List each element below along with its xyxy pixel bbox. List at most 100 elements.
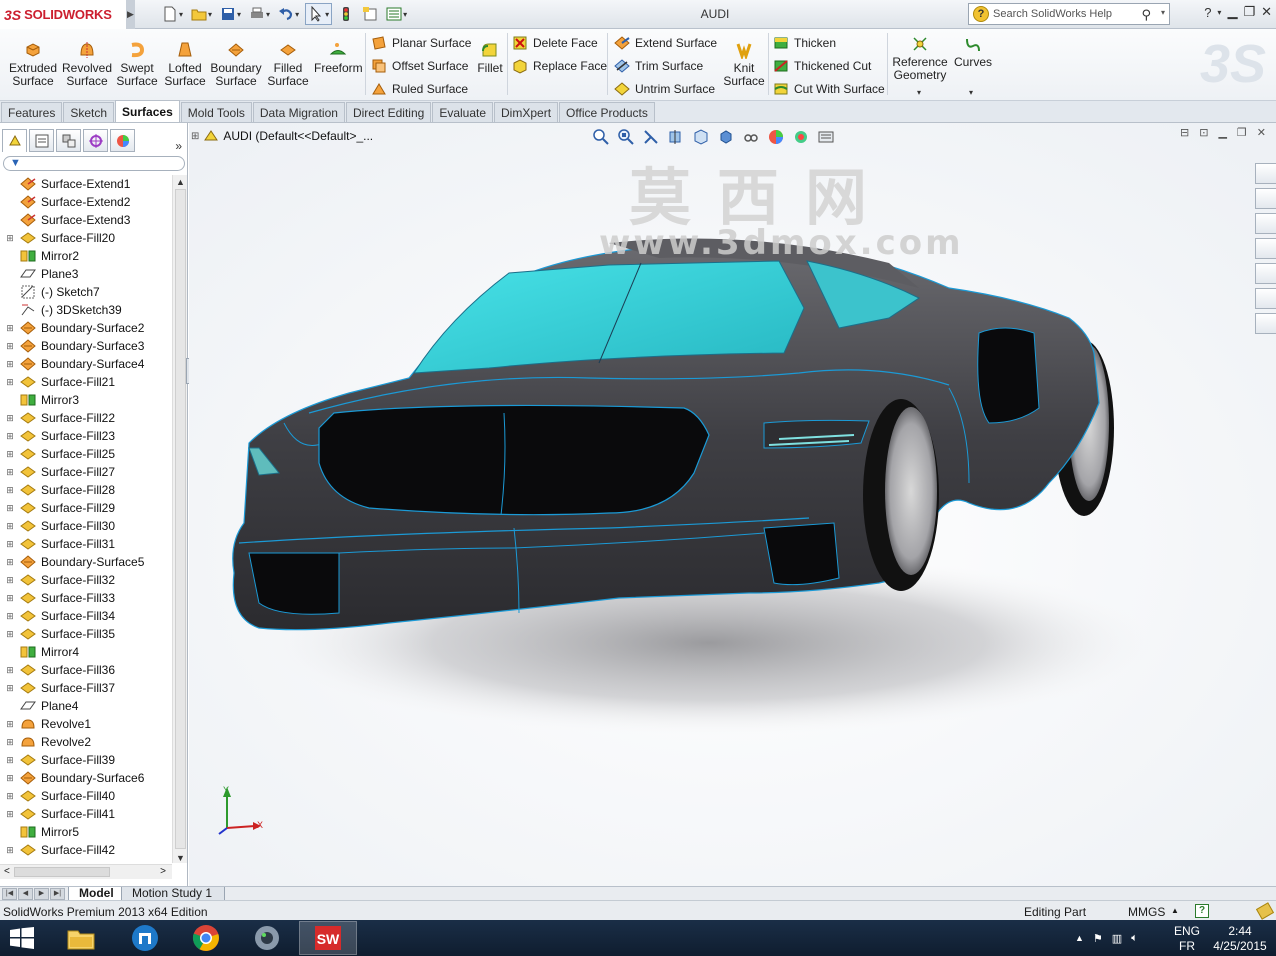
units-selector[interactable]: MMGS [1128,905,1165,919]
taskbar-clock[interactable]: 2:44 4/25/2015 [1208,924,1272,954]
tree-horizontal-scrollbar[interactable]: < > [0,864,172,879]
tree-node[interactable]: ⊞ Surface-Fill40 [0,787,172,805]
taskbar-store[interactable] [116,921,174,955]
expand-toggle-icon[interactable]: ⊞ [5,449,15,460]
graphics-area[interactable]: Y X 莫西网 www.3dmox.com ⊞ AUDI (Default<<D… [189,123,1276,886]
network-icon[interactable]: ▥ [1112,932,1122,945]
tree-node[interactable]: (-) Sketch7 [0,283,172,301]
viewport-close-icon[interactable]: ✕ [1257,126,1266,139]
tree-node[interactable]: ⊞ Surface-Fill35 [0,625,172,643]
expand-toggle-icon[interactable]: ⊞ [5,377,15,388]
view-orientation-icon[interactable] [692,128,710,146]
tree-node[interactable]: ⊞ Surface-Fill31 [0,535,172,553]
units-dropdown-icon[interactable]: ▲ [1171,906,1179,915]
tree-vertical-scrollbar[interactable]: ▲ ▼ [172,175,187,863]
trim-surface-button[interactable]: Trim Surface [614,57,703,75]
appearances-icon[interactable] [1255,288,1276,309]
print-button[interactable]: ▾ [247,3,272,25]
menu-expand-arrow-icon[interactable]: ▶ [126,0,135,29]
tree-node[interactable]: ⊞ Surface-Fill25 [0,445,172,463]
file-explorer-pane-icon[interactable] [1255,238,1276,259]
tree-node[interactable]: ⊞ Boundary-Surface4 [0,355,172,373]
undo-button[interactable]: ▾ [276,3,301,25]
tree-node[interactable]: ⊞ Surface-Fill41 [0,805,172,823]
dimxpert-manager-tab[interactable] [83,129,108,152]
tab-model[interactable]: Model [68,887,125,901]
rebuild-button[interactable] [336,3,356,25]
tab-direct-editing[interactable]: Direct Editing [345,102,432,122]
expand-toggle-icon[interactable]: ⊞ [5,539,15,550]
solidworks-logo[interactable]: 3S SOLIDWORKS [0,0,126,29]
expand-toggle-icon[interactable]: ⊞ [5,737,15,748]
tree-node[interactable]: ⊞ Revolve2 [0,733,172,751]
help-menu-icon[interactable]: ? [1204,5,1211,20]
next-tab-icon[interactable]: ▶ [34,888,49,900]
freeform-button[interactable]: Freeform [314,41,363,75]
tree-node[interactable]: ⊞ Surface-Fill39 [0,751,172,769]
reference-geometry-dropdown-icon[interactable]: ▾ [917,88,921,97]
scroll-thumb-horizontal[interactable] [14,867,110,877]
section-view-icon[interactable] [667,128,685,146]
tree-node[interactable]: Surface-Extend3 [0,211,172,229]
tree-node[interactable]: ⊞ Surface-Fill33 [0,589,172,607]
expand-toggle-icon[interactable]: ⊞ [5,593,15,604]
expand-toggle-icon[interactable]: ⊞ [5,629,15,640]
first-tab-icon[interactable]: |◀ [2,888,17,900]
search-dropdown-icon[interactable]: ▾ [1161,8,1165,17]
thickened-cut-button[interactable]: Thickened Cut [773,57,871,75]
tree-node[interactable]: ⊞ Surface-Fill37 [0,679,172,697]
options-button[interactable]: ▾ [384,3,409,25]
open-button[interactable]: ▾ [189,3,214,25]
tab-data-migration[interactable]: Data Migration [252,102,345,122]
previous-view-icon[interactable] [642,128,660,146]
scroll-thumb[interactable] [175,189,186,849]
expand-toggle-icon[interactable]: ⊞ [5,557,15,568]
view-palette-icon[interactable] [1255,263,1276,284]
tree-node[interactable]: ⊞ Surface-Fill21 [0,373,172,391]
input-language-indicator[interactable]: ENG FR [1174,924,1200,954]
tree-node[interactable]: Mirror2 [0,247,172,265]
expand-toggle-icon[interactable]: ⊞ [5,341,15,352]
expand-toggle-icon[interactable]: ⊞ [5,665,15,676]
save-button[interactable]: ▾ [218,3,243,25]
tab-surfaces[interactable]: Surfaces [115,100,180,122]
taskbar-solidworks[interactable]: SW [299,921,357,955]
restore-icon[interactable]: ❐ [1243,4,1255,20]
offset-surface-button[interactable]: Offset Surface [371,57,468,75]
tab-mold-tools[interactable]: Mold Tools [180,102,252,122]
extruded-surface-button[interactable]: Extruded Surface [8,41,58,88]
viewport-minimize-icon[interactable]: ▁ [1218,126,1226,139]
solidworks-resources-icon[interactable] [1255,163,1276,184]
scroll-left-icon[interactable]: < [4,866,10,877]
revolved-surface-button[interactable]: Revolved Surface [62,41,112,88]
configuration-manager-tab[interactable] [56,129,81,152]
tree-node[interactable]: ⊞ Boundary-Surface3 [0,337,172,355]
expand-toggle-icon[interactable]: ⊞ [5,845,15,856]
zoom-to-area-icon[interactable] [617,128,635,146]
scroll-right-icon[interactable]: > [160,866,166,877]
expand-toggle-icon[interactable]: ⊞ [5,683,15,694]
tree-node[interactable]: ⊞ Surface-Fill30 [0,517,172,535]
action-center-flag-icon[interactable]: ⚑ [1093,932,1103,945]
tree-node[interactable]: ⊞ Surface-Fill28 [0,481,172,499]
tab-evaluate[interactable]: Evaluate [432,102,494,122]
tree-node[interactable]: ⊞ Boundary-Surface2 [0,319,172,337]
expand-icon[interactable]: ⊞ [191,131,199,142]
viewport-window-icon[interactable]: ⊡ [1199,126,1208,139]
home-icon[interactable] [1255,188,1276,209]
apply-scene-icon[interactable] [792,128,810,146]
tab-motion-study-1[interactable]: Motion Study 1 [121,887,225,901]
expand-toggle-icon[interactable]: ⊞ [5,413,15,424]
lofted-surface-button[interactable]: Lofted Surface [163,41,207,88]
filled-surface-button[interactable]: Filled Surface [266,41,310,88]
tree-node[interactable]: (-) 3DSketch39 [0,301,172,319]
tree-node[interactable]: Surface-Extend1 [0,175,172,193]
file-properties-button[interactable] [360,3,380,25]
tree-node[interactable]: ⊞ Revolve1 [0,715,172,733]
expand-toggle-icon[interactable]: ⊞ [5,575,15,586]
reference-geometry-button[interactable]: Reference Geometry [892,35,948,82]
volume-icon[interactable]: 🔈︎ [1131,932,1138,945]
fillet-button[interactable]: Fillet [476,41,504,75]
expand-toggle-icon[interactable]: ⊞ [5,431,15,442]
tag-icon[interactable] [1255,902,1275,920]
